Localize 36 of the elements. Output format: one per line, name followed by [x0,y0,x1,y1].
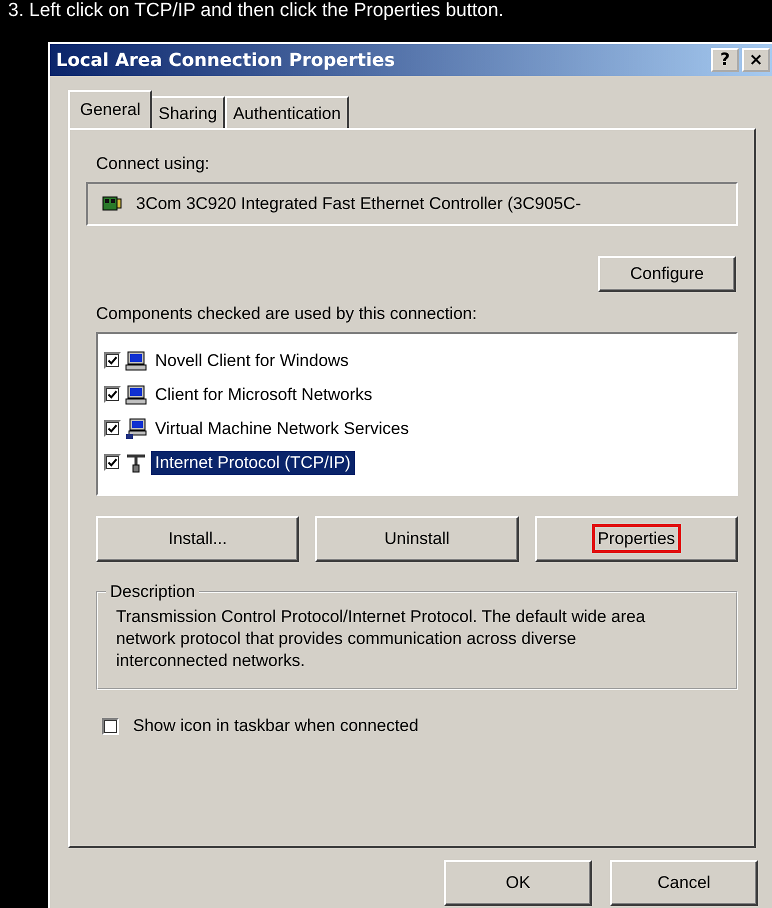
component-item[interactable]: Client for Microsoft Networks [151,382,376,406]
computer-icon [125,384,147,404]
dialog-button[interactable]: OK [444,860,592,906]
dialog-button[interactable]: Cancel [610,860,758,906]
checkmark-icon [107,457,118,468]
instruction-caption: 3. Left click on TCP/IP and then click the Properties button. [7,0,505,22]
checkmark-icon [107,423,118,434]
component-item[interactable]: Internet Protocol (TCP/IP) [151,450,355,474]
components-label: Components checked are used by this connection: [96,304,478,324]
component-item[interactable]: Virtual Machine Network Services [151,416,413,440]
checkmark-icon [107,389,118,400]
show-icon-label: Show icon in taskbar when connected [133,716,418,736]
component-button[interactable]: Properties [534,516,738,562]
checkbox[interactable] [102,718,119,734]
description-text: Transmission Control Protocol/Internet Protocol. The default wide area network protocol that provides communication across diverse interconnected networks. [116,606,646,672]
checkbox[interactable] [104,386,121,403]
network-plug-icon [125,452,147,472]
network-card-icon [102,195,122,213]
tab[interactable]: General [68,90,152,128]
component-button[interactable]: Uninstall [315,516,519,562]
window-title: Local Area Connection Properties [56,50,395,70]
tab[interactable]: Authentication [225,96,349,128]
checkmark-icon [107,355,118,366]
checkbox[interactable] [104,454,121,471]
configure-button[interactable]: Configure [598,256,736,292]
computer-icon [125,350,147,370]
component-item[interactable]: Novell Client for Windows [151,348,353,372]
component-button[interactable]: Install... [96,516,300,562]
description-title: Description [109,582,196,602]
checkbox[interactable] [104,420,121,437]
adapter-name: 3Com 3C920 Integrated Fast Ethernet Controller (3C905C- [136,194,582,214]
connect-using-label: Connect using: [96,154,210,174]
help-button[interactable]: ? [711,48,739,72]
close-button[interactable]: × [742,48,770,72]
checkbox[interactable] [104,352,121,369]
tab[interactable]: Sharing [150,96,226,128]
